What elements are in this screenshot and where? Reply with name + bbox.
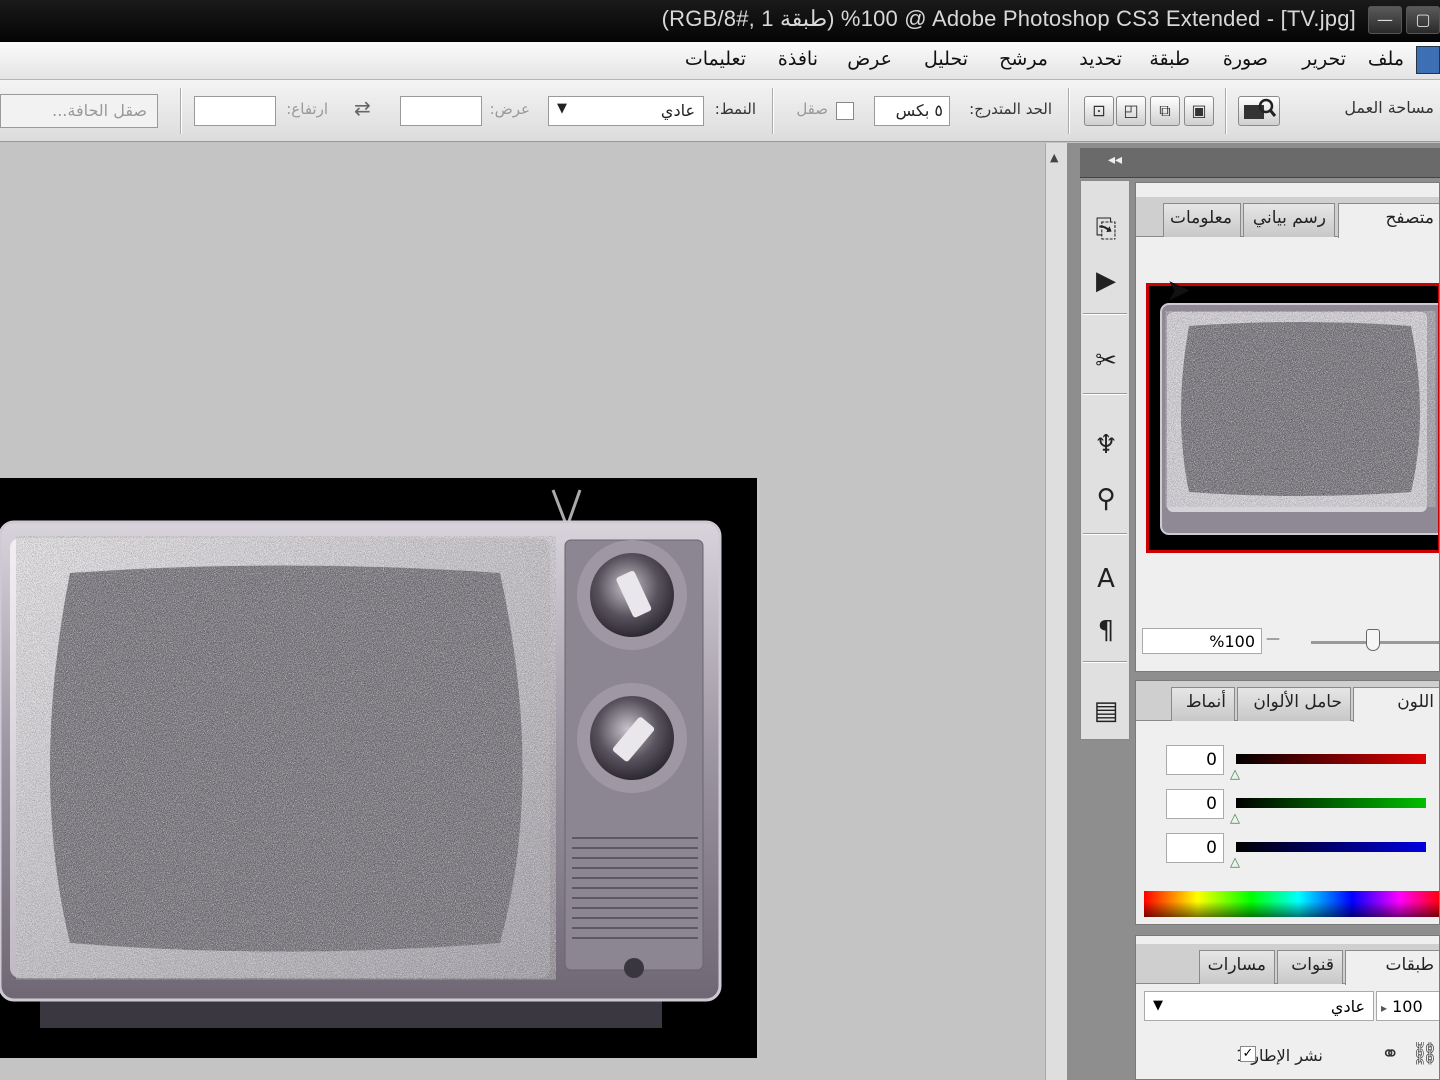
style-label: النمط: xyxy=(714,100,756,118)
tab-info[interactable]: معلومات xyxy=(1163,203,1241,237)
menu-help[interactable]: تعليمات xyxy=(685,48,746,70)
navigator-preview[interactable] xyxy=(1146,283,1439,553)
mouse-cursor-icon: ➤ xyxy=(1166,273,1192,308)
tab-layers[interactable]: طبقات xyxy=(1345,950,1439,985)
color-panel: اللون × حامل الألوان أنماط 0 △ 0 △ 0 △ xyxy=(1135,680,1440,925)
tool-presets-icon[interactable]: ✂ xyxy=(1086,341,1126,381)
zoom-out-icon[interactable]: — xyxy=(1266,631,1280,647)
navigator-zoom-input[interactable]: %100 xyxy=(1142,628,1262,654)
blend-mode-select[interactable]: ▼ عادي xyxy=(1144,991,1374,1021)
feather-label: الحد المتدرج: xyxy=(969,100,1052,118)
blue-value-input[interactable]: 0 xyxy=(1166,833,1224,863)
chevron-down-icon: ▼ xyxy=(1153,998,1163,1013)
color-spectrum-ramp[interactable] xyxy=(1144,891,1439,917)
menu-window[interactable]: نافذة xyxy=(778,48,818,70)
menu-layer[interactable]: طبقة xyxy=(1149,48,1190,70)
red-slider-thumb[interactable]: △ xyxy=(1230,767,1240,782)
intersect-selection-icon[interactable]: ⊡ xyxy=(1084,96,1114,126)
workspace-menu[interactable]: مساحة العمل xyxy=(1344,98,1434,117)
blue-slider[interactable] xyxy=(1236,842,1426,852)
tab-navigator[interactable]: متصفح xyxy=(1338,203,1439,238)
scroll-up-icon[interactable]: ▲ xyxy=(1050,151,1058,164)
collapse-dock-icon[interactable]: ◂◂ xyxy=(1108,152,1122,168)
height-label: ارتفاع: xyxy=(286,100,328,118)
link-icon[interactable]: ⛓ xyxy=(1411,1042,1439,1067)
height-input[interactable] xyxy=(194,96,276,126)
menu-analysis[interactable]: تحليل xyxy=(924,48,968,70)
tool-strip: ⎘ ▶ ✂ ♆ ⚲ A ¶ ▤ xyxy=(1080,180,1130,740)
layers-tabs: طبقات × قنوات مسارات xyxy=(1136,944,1439,985)
menu-select[interactable]: تحديد xyxy=(1079,48,1122,70)
opacity-value: 100 xyxy=(1392,997,1423,1016)
menu-image[interactable]: صورة xyxy=(1223,48,1268,70)
width-input[interactable] xyxy=(400,96,482,126)
swap-icon[interactable]: ⇄ xyxy=(354,96,371,120)
style-value: عادي xyxy=(660,101,695,120)
feather-input[interactable]: ٥ بكس xyxy=(874,96,950,126)
refine-edge-button[interactable]: صقل الحافة... xyxy=(0,94,158,128)
maximize-button[interactable]: ▢ xyxy=(1406,6,1440,34)
dock-header: ◂◂ xyxy=(1080,148,1440,178)
green-slider-thumb[interactable]: △ xyxy=(1230,811,1240,826)
blue-slider-thumb[interactable]: △ xyxy=(1230,855,1240,870)
window-title: (RGB/8#, 1 طبقة) %100 @ Adobe Photoshop … xyxy=(661,6,1356,31)
tab-histogram[interactable]: رسم بياني xyxy=(1243,203,1335,237)
green-value-input[interactable]: 0 xyxy=(1166,789,1224,819)
width-label: عرض: xyxy=(489,100,530,118)
minimize-button[interactable]: — xyxy=(1368,6,1402,34)
actions-icon[interactable]: ▶ xyxy=(1086,261,1126,301)
red-slider[interactable] xyxy=(1236,754,1426,764)
subtract-selection-icon[interactable]: ◰ xyxy=(1116,96,1146,126)
tab-color-label: اللون xyxy=(1397,692,1434,712)
title-bar: (RGB/8#, 1 طبقة) %100 @ Adobe Photoshop … xyxy=(0,0,1440,42)
history-icon[interactable]: ⎘ xyxy=(1086,209,1126,249)
brushes-icon[interactable]: ♆ xyxy=(1086,425,1126,465)
tab-swatches[interactable]: حامل الألوان xyxy=(1237,687,1351,721)
menu-edit[interactable]: تحرير xyxy=(1302,48,1346,70)
blend-mode-value: عادي xyxy=(1330,997,1365,1016)
character-icon[interactable]: A xyxy=(1086,559,1126,599)
opacity-input[interactable]: ▸ 100 xyxy=(1376,991,1439,1021)
zoom-tool-icon[interactable] xyxy=(1238,96,1280,126)
app-menu-icon[interactable] xyxy=(1416,46,1440,74)
photoshop-window: { "window": { "title": "(RGB/8#, 1 طبقة)… xyxy=(0,0,1440,1080)
chevron-down-icon: ▼ xyxy=(557,101,567,116)
paragraph-icon[interactable]: ¶ xyxy=(1086,611,1126,651)
tab-paths[interactable]: مسارات xyxy=(1199,950,1275,984)
navigator-thumbnail xyxy=(1160,303,1439,535)
tab-styles[interactable]: أنماط xyxy=(1171,687,1235,721)
antialias-checkbox[interactable] xyxy=(836,102,854,120)
opacity-arrow-icon[interactable]: ▸ xyxy=(1381,1001,1387,1015)
propagate-frame-checkbox[interactable]: ✓ xyxy=(1240,1046,1256,1062)
tab-color[interactable]: اللون xyxy=(1353,687,1439,722)
layers-panel: طبقات × قنوات مسارات ▼ عادي ▸ 100 نشر ال… xyxy=(1135,935,1440,1080)
tab-channels[interactable]: قنوات xyxy=(1277,950,1343,984)
zoom-slider-thumb[interactable] xyxy=(1366,629,1380,651)
antialias-label: صقل xyxy=(796,100,828,118)
green-slider[interactable] xyxy=(1236,798,1426,808)
new-selection-icon[interactable]: ▣ xyxy=(1184,96,1214,126)
lock-icon[interactable]: ⚭ xyxy=(1381,1042,1399,1067)
vertical-scrollbar[interactable]: ▲ xyxy=(1045,143,1067,1080)
clone-source-icon[interactable]: ⚲ xyxy=(1086,479,1126,519)
style-select[interactable]: عادي ▼ xyxy=(548,96,704,126)
menu-bar: ملف تحرير صورة طبقة تحديد مرشح تحليل عرض… xyxy=(0,42,1440,80)
red-value-input[interactable]: 0 xyxy=(1166,745,1224,775)
menu-file[interactable]: ملف xyxy=(1368,48,1404,70)
navigator-panel: متصفح × رسم بياني معلومات ➤ %100 — xyxy=(1135,182,1440,672)
menu-filter[interactable]: مرشح xyxy=(999,48,1048,70)
tv-image xyxy=(0,489,722,1028)
tab-layers-label: طبقات xyxy=(1385,955,1434,975)
layer-comps-icon[interactable]: ▤ xyxy=(1086,691,1126,731)
color-tabs: اللون × حامل الألوان أنماط xyxy=(1136,681,1439,722)
menu-view[interactable]: عرض xyxy=(847,48,892,70)
add-selection-icon[interactable]: ⧉ xyxy=(1150,96,1180,126)
document-image[interactable] xyxy=(0,478,757,1058)
options-bar: مساحة العمل ▣ ⧉ ◰ ⊡ الحد المتدرج: ٥ بكس … xyxy=(0,80,1440,142)
tab-navigator-label: متصفح xyxy=(1385,208,1434,228)
navigator-tabs: متصفح × رسم بياني معلومات xyxy=(1136,197,1439,238)
